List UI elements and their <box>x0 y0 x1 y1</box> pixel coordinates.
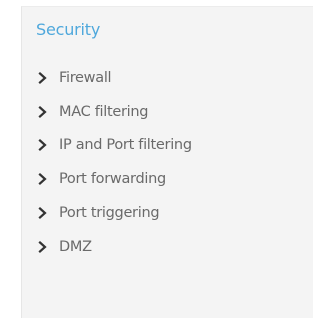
sidebar-item-mac-filtering[interactable]: MAC filtering <box>36 95 192 129</box>
sidebar-item-firewall[interactable]: Firewall <box>36 61 192 95</box>
sidebar-item-ip-port-filtering[interactable]: IP and Port filtering <box>36 129 192 163</box>
sidebar-item-port-triggering[interactable]: Port triggering <box>36 196 192 230</box>
sidebar-item-label: DMZ <box>59 238 92 255</box>
security-sidebar: Security Firewall MAC filtering IP and P… <box>21 6 313 318</box>
sidebar-item-label: Port triggering <box>59 205 160 222</box>
sidebar-item-port-forwarding[interactable]: Port forwarding <box>36 162 192 196</box>
chevron-right-icon <box>36 138 50 152</box>
sidebar-item-label: Port forwarding <box>59 171 166 188</box>
chevron-right-icon <box>36 172 50 186</box>
sidebar-item-label: MAC filtering <box>59 103 149 120</box>
security-menu: Firewall MAC filtering IP and Port filte… <box>36 61 192 264</box>
section-title-security: Security <box>36 20 101 39</box>
chevron-right-icon <box>36 71 50 85</box>
sidebar-item-dmz[interactable]: DMZ <box>36 230 192 264</box>
sidebar-item-label: Firewall <box>59 69 112 86</box>
sidebar-item-label: IP and Port filtering <box>59 137 192 154</box>
chevron-right-icon <box>36 206 50 220</box>
chevron-right-icon <box>36 240 50 254</box>
chevron-right-icon <box>36 105 50 119</box>
